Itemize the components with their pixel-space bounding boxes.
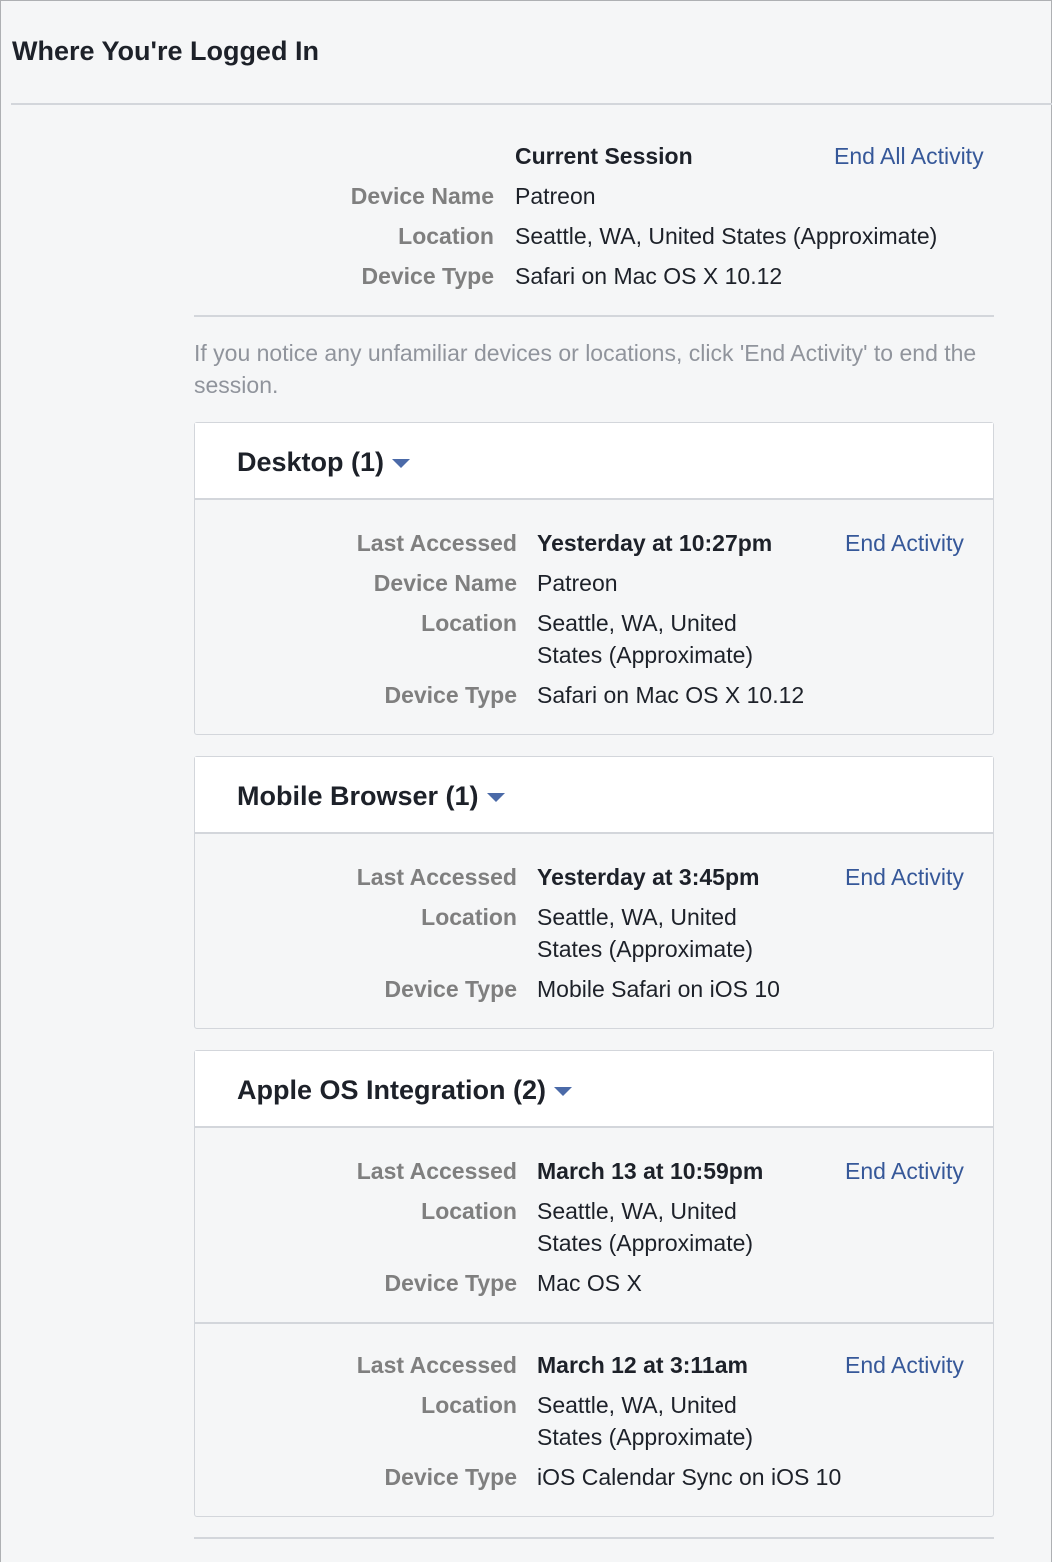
location-value-line1: Seattle, WA, United: [537, 904, 737, 930]
end-activity-link[interactable]: End Activity: [845, 862, 964, 892]
unfamiliar-devices-notice: If you notice any unfamiliar devices or …: [194, 340, 977, 398]
device-name-value: Patreon: [515, 183, 596, 209]
location-value-line1: Seattle, WA, United: [537, 1392, 737, 1418]
last-accessed-label: Last Accessed: [356, 530, 517, 556]
device-name-value: Patreon: [537, 570, 618, 596]
end-activity-link[interactable]: End Activity: [845, 1156, 964, 1186]
location-value-line2: States (Approximate): [537, 1230, 754, 1256]
location-label: Location: [421, 904, 517, 930]
group-mobile-browser: Mobile Browser (1) Last Accessed Yesterd…: [194, 756, 994, 1029]
page-title: Where You're Logged In: [12, 36, 319, 66]
device-type-value: Mobile Safari on iOS 10: [537, 976, 780, 1002]
location-value-line2: States (Approximate): [537, 936, 754, 962]
device-type-label: Device Type: [384, 682, 517, 708]
end-activity-link[interactable]: End Activity: [845, 528, 964, 558]
last-accessed-label: Last Accessed: [356, 1158, 517, 1184]
caret-down-icon[interactable]: [554, 1087, 573, 1097]
device-type-label: Device Type: [384, 976, 517, 1002]
group-desktop: Desktop (1) Last Accessed Yesterday at 1…: [194, 422, 994, 735]
last-accessed-value: March 13 at 10:59pm: [537, 1158, 764, 1184]
group-title[interactable]: Desktop (1): [237, 445, 411, 479]
location-label: Location: [421, 1198, 517, 1224]
device-name-label: Device Name: [373, 570, 517, 596]
location-value-line1: Seattle, WA, United: [537, 1198, 737, 1224]
device-type-value: Safari on Mac OS X 10.12: [515, 263, 783, 289]
location-value-line2: States (Approximate): [537, 1424, 754, 1450]
device-type-label: Device Type: [384, 1464, 517, 1490]
device-type-value: Mac OS X: [537, 1270, 642, 1296]
location-value: Seattle, WA, United States (Approximate): [515, 223, 938, 249]
group-header[interactable]: Apple OS Integration (2): [195, 1051, 993, 1128]
group-title[interactable]: Mobile Browser (1): [237, 779, 505, 813]
end-activity-link[interactable]: End Activity: [845, 1350, 964, 1380]
title-divider: [11, 103, 1052, 105]
current-session-heading: Current Session: [515, 143, 693, 169]
section-divider: [194, 315, 994, 317]
group-apple-os-integration: Apple OS Integration (2) Last Accessed M…: [194, 1050, 994, 1517]
last-accessed-label: Last Accessed: [356, 864, 517, 890]
end-all-activity-link[interactable]: End All Activity: [834, 141, 984, 171]
caret-down-icon[interactable]: [486, 793, 505, 803]
group-header[interactable]: Desktop (1): [195, 423, 993, 500]
device-type-value: Safari on Mac OS X 10.12: [537, 682, 805, 708]
location-value-line2: States (Approximate): [537, 642, 754, 668]
location-label: Location: [421, 1392, 517, 1418]
caret-down-icon[interactable]: [392, 459, 411, 469]
last-accessed-value: Yesterday at 3:45pm: [537, 864, 760, 890]
last-accessed-label: Last Accessed: [356, 1352, 517, 1378]
group-title[interactable]: Apple OS Integration (2): [237, 1073, 573, 1107]
device-name-label: Device Name: [350, 183, 494, 209]
bottom-divider: [194, 1537, 994, 1539]
location-label: Location: [421, 610, 517, 636]
last-accessed-value: March 12 at 3:11am: [537, 1352, 748, 1378]
location-label: Location: [398, 223, 494, 249]
device-type-label: Device Type: [361, 263, 494, 289]
last-accessed-value: Yesterday at 10:27pm: [537, 530, 773, 556]
location-value-line1: Seattle, WA, United: [537, 610, 737, 636]
device-type-value: iOS Calendar Sync on iOS 10: [537, 1464, 842, 1490]
group-header[interactable]: Mobile Browser (1): [195, 757, 993, 834]
session-divider: [195, 1322, 993, 1324]
device-type-label: Device Type: [384, 1270, 517, 1296]
